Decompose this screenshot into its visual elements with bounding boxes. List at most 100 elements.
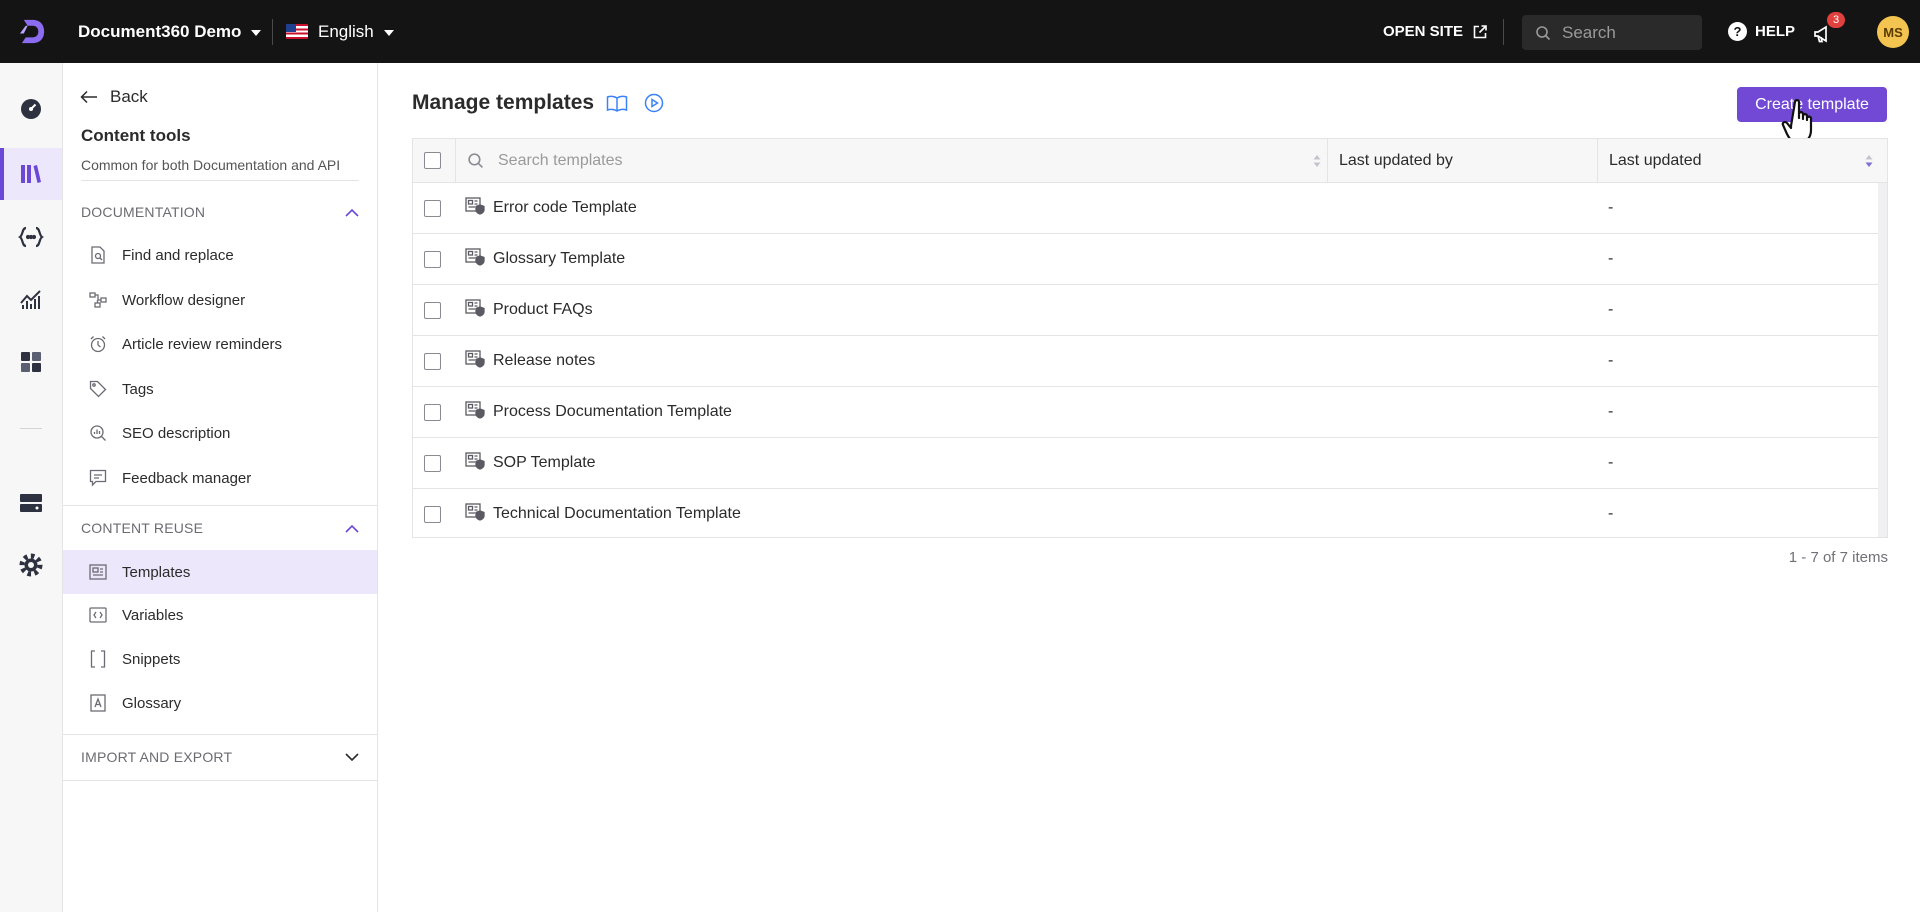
template-name-label: SOP Template <box>493 454 596 471</box>
user-avatar[interactable]: MS <box>1877 16 1909 48</box>
icon-rail <box>0 63 63 912</box>
notification-count-badge: 3 <box>1827 12 1845 28</box>
nav-item-glossary[interactable]: Glossary <box>63 681 377 725</box>
rail-api-docs[interactable] <box>0 211 62 263</box>
glossary-icon <box>89 694 107 712</box>
back-label: Back <box>110 87 148 106</box>
divider <box>81 180 359 181</box>
row-checkbox[interactable] <box>424 353 441 370</box>
template-name-label: Technical Documentation Template <box>493 505 741 522</box>
nav-item-variables[interactable]: Variables <box>63 593 377 637</box>
template-icon <box>465 349 485 373</box>
table-row[interactable]: SOP Template - <box>413 438 1887 489</box>
search-icon <box>468 153 483 168</box>
divider <box>1503 19 1504 45</box>
pagination-info: 1 - 7 of 7 items <box>1788 549 1888 566</box>
table-row[interactable]: Technical Documentation Template - <box>413 489 1887 540</box>
rail-analytics[interactable] <box>0 273 62 325</box>
api-docs-icon <box>18 226 44 248</box>
row-checkbox[interactable] <box>424 404 441 421</box>
book-icon[interactable] <box>606 94 628 112</box>
documentation-icon <box>21 165 41 183</box>
rail-widgets[interactable] <box>0 336 62 388</box>
play-video-icon[interactable] <box>644 93 664 113</box>
template-icon <box>465 247 485 271</box>
template-search-placeholder: Search templates <box>498 151 623 169</box>
template-name[interactable]: Product FAQs <box>465 285 593 335</box>
table-row[interactable]: Glossary Template - <box>413 234 1887 285</box>
open-site-link[interactable]: OPEN SITE <box>1383 0 1488 63</box>
table-scrollbar[interactable] <box>1878 183 1887 537</box>
template-name[interactable]: Technical Documentation Template <box>465 489 741 539</box>
nav-item-feedback-manager[interactable]: Feedback manager <box>63 456 377 500</box>
announcements-button[interactable]: 3 <box>1810 12 1845 46</box>
row-checkbox[interactable] <box>424 302 441 319</box>
row-checkbox[interactable] <box>424 506 441 523</box>
nav-item-label: Snippets <box>122 650 181 668</box>
select-all-checkbox[interactable] <box>424 152 441 169</box>
table-row[interactable]: Release notes - <box>413 336 1887 387</box>
project-switcher[interactable]: Document360 Demo <box>78 0 262 63</box>
language-label: English <box>318 21 374 41</box>
template-icon <box>465 400 485 424</box>
last-updated-value: - <box>1608 352 1614 369</box>
template-name[interactable]: Error code Template <box>465 183 637 233</box>
rail-settings[interactable] <box>0 539 62 591</box>
template-name-label: Product FAQs <box>493 301 593 318</box>
nav-item-templates[interactable]: Templates <box>63 550 377 594</box>
divider <box>272 19 273 45</box>
table-row[interactable]: Error code Template - <box>413 183 1887 234</box>
template-name[interactable]: Glossary Template <box>465 234 625 284</box>
rail-drive[interactable] <box>0 477 62 529</box>
chevron-up-icon <box>345 524 359 533</box>
template-name[interactable]: Release notes <box>465 336 595 386</box>
last-updated-value: - <box>1608 403 1614 420</box>
section-label: IMPORT AND EXPORT <box>81 749 233 765</box>
table-row[interactable]: Process Documentation Template - <box>413 387 1887 438</box>
column-last-updated[interactable]: Last updated <box>1597 139 1879 182</box>
nav-item-find-and-replace[interactable]: Find and replace <box>63 233 377 277</box>
variable-icon <box>89 606 107 624</box>
sort-icon[interactable] <box>1865 154 1873 168</box>
section-content-reuse[interactable]: CONTENT REUSE <box>63 506 377 550</box>
template-search-field[interactable]: Search templates <box>455 139 1327 182</box>
template-name-label: Process Documentation Template <box>493 403 732 420</box>
external-link-icon <box>1473 24 1487 38</box>
section-documentation[interactable]: DOCUMENTATION <box>63 190 377 234</box>
column-last-updated-by[interactable]: Last updated by <box>1327 139 1597 182</box>
nav-item-snippets[interactable]: Snippets <box>63 637 377 681</box>
row-checkbox[interactable] <box>424 251 441 268</box>
nav-item-article-review-reminders[interactable]: Article review reminders <box>63 322 377 366</box>
last-updated-value: - <box>1608 505 1614 522</box>
project-name: Document360 Demo <box>78 21 242 41</box>
template-name[interactable]: Process Documentation Template <box>465 387 732 437</box>
template-name[interactable]: SOP Template <box>465 438 596 488</box>
row-checkbox[interactable] <box>424 200 441 217</box>
chevron-down-icon <box>383 29 394 36</box>
arrow-left-icon <box>80 90 97 104</box>
table-row[interactable]: Product FAQs - <box>413 285 1887 336</box>
nav-item-tags[interactable]: Tags <box>63 367 377 411</box>
nav-item-label: Find and replace <box>122 246 234 264</box>
search-icon <box>1536 25 1551 40</box>
global-search[interactable]: Search <box>1522 15 1702 50</box>
chevron-down-icon <box>345 752 359 761</box>
us-flag-icon <box>286 24 308 39</box>
nav-item-seo-description[interactable]: SEO description <box>63 411 377 455</box>
page-title: Manage templates <box>412 91 595 114</box>
help-button[interactable]: ? HELP <box>1728 0 1795 63</box>
back-link[interactable]: Back <box>80 87 148 107</box>
row-checkbox[interactable] <box>424 455 441 472</box>
sort-icon[interactable] <box>1313 154 1321 168</box>
nav-item-workflow-designer[interactable]: Workflow designer <box>63 278 377 322</box>
rail-documentation[interactable] <box>0 148 62 200</box>
section-import-and-export[interactable]: IMPORT AND EXPORT <box>63 735 377 779</box>
rail-dashboard[interactable] <box>0 83 62 135</box>
nav-item-label: Workflow designer <box>122 291 246 309</box>
section-label: CONTENT REUSE <box>81 520 204 536</box>
document360-logo[interactable] <box>17 16 48 47</box>
open-site-label: OPEN SITE <box>1383 23 1464 40</box>
drive-icon <box>20 494 42 512</box>
language-switcher[interactable]: English <box>286 0 394 63</box>
nav-item-label: Glossary <box>122 694 182 712</box>
